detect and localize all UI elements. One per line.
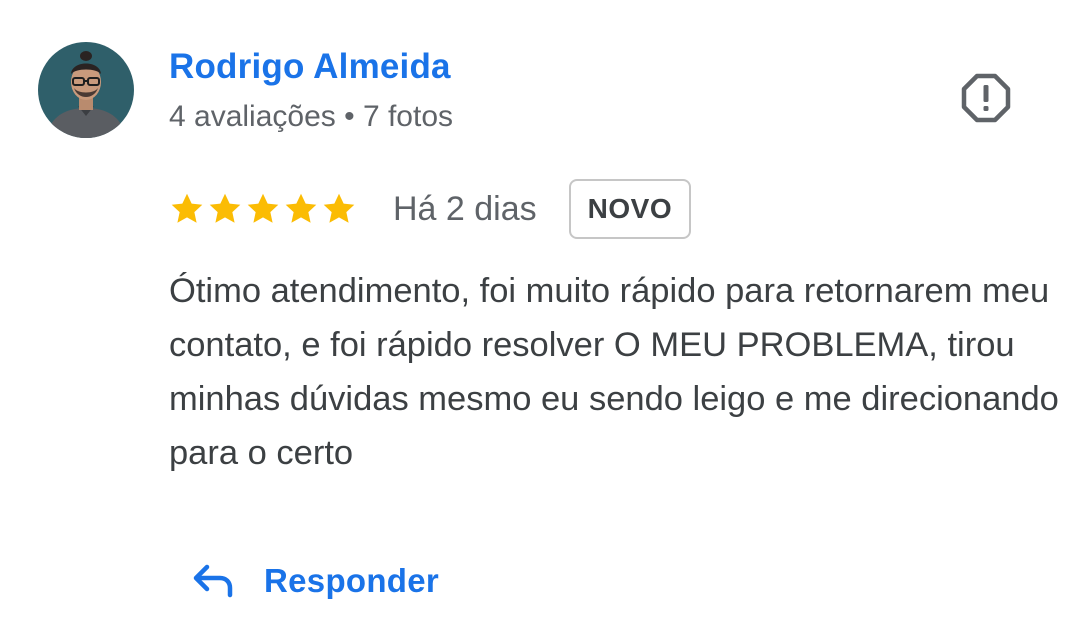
- star-icon: [247, 193, 279, 223]
- avatar-photo: [38, 42, 134, 138]
- reply-button[interactable]: Responder: [190, 556, 439, 606]
- reply-arrow-icon: [193, 564, 233, 598]
- reviewer-avatar[interactable]: [38, 42, 134, 138]
- rating-row: Há 2 dias NOVO: [169, 176, 692, 242]
- star-icon: [323, 193, 355, 223]
- star-icon: [285, 193, 317, 223]
- review-text: Ótimo atendimento, foi muito rápido para…: [169, 272, 1059, 472]
- reviewer-name[interactable]: Rodrigo Almeida: [169, 46, 451, 88]
- star-icon: [209, 193, 241, 223]
- reviewer-stats: 4 avaliações • 7 fotos: [169, 100, 454, 133]
- star-icon: [171, 193, 203, 223]
- review-date: Há 2 dias: [393, 189, 537, 228]
- report-octagon-icon: [961, 73, 1011, 123]
- reply-label: Responder: [264, 562, 440, 599]
- star-rating: [169, 191, 357, 227]
- new-badge: NOVO: [568, 179, 692, 239]
- report-review-button[interactable]: [954, 68, 1018, 128]
